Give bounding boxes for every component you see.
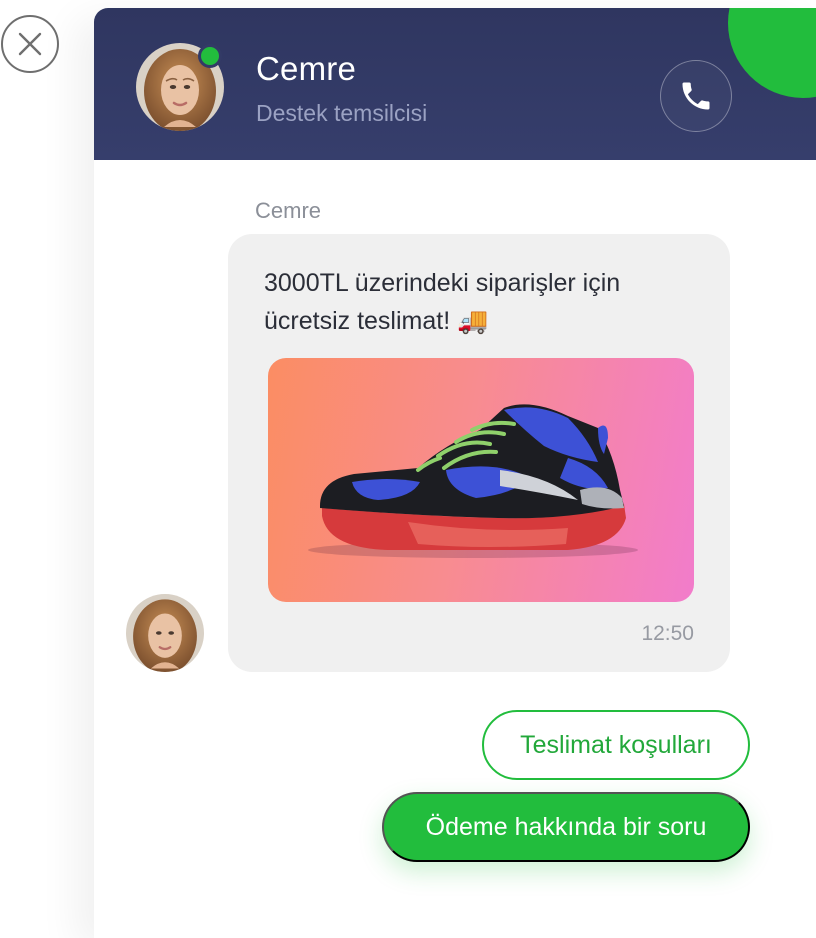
corner-accent: [728, 8, 816, 98]
agent-name: Cemre: [256, 50, 357, 87]
quick-reply-payment-question[interactable]: Ödeme hakkında bir soru: [382, 792, 750, 862]
chat-widget: Cemre Destek temsilcisi Cemre 3000TL üze…: [94, 8, 816, 938]
agent-role: Destek temsilcisi: [256, 100, 428, 126]
quick-reply-delivery-terms[interactable]: Teslimat koşulları: [482, 710, 750, 780]
close-button[interactable]: [1, 15, 59, 73]
sender-avatar: [126, 594, 204, 672]
message-text: 3000TL üzerindeki siparişler için ücrets…: [264, 269, 621, 335]
product-image[interactable]: [268, 358, 694, 602]
message-sender: Cemre: [255, 198, 322, 223]
call-button[interactable]: [660, 60, 732, 132]
message-bubble: 3000TL üzerindeki siparişler için ücrets…: [228, 234, 730, 672]
close-icon: [18, 32, 42, 56]
sneaker-image: [308, 404, 638, 558]
message-time: 12:50: [641, 622, 694, 645]
phone-icon: [682, 82, 710, 110]
chat-header: Cemre Destek temsilcisi: [94, 8, 816, 160]
online-status-dot: [198, 44, 222, 68]
